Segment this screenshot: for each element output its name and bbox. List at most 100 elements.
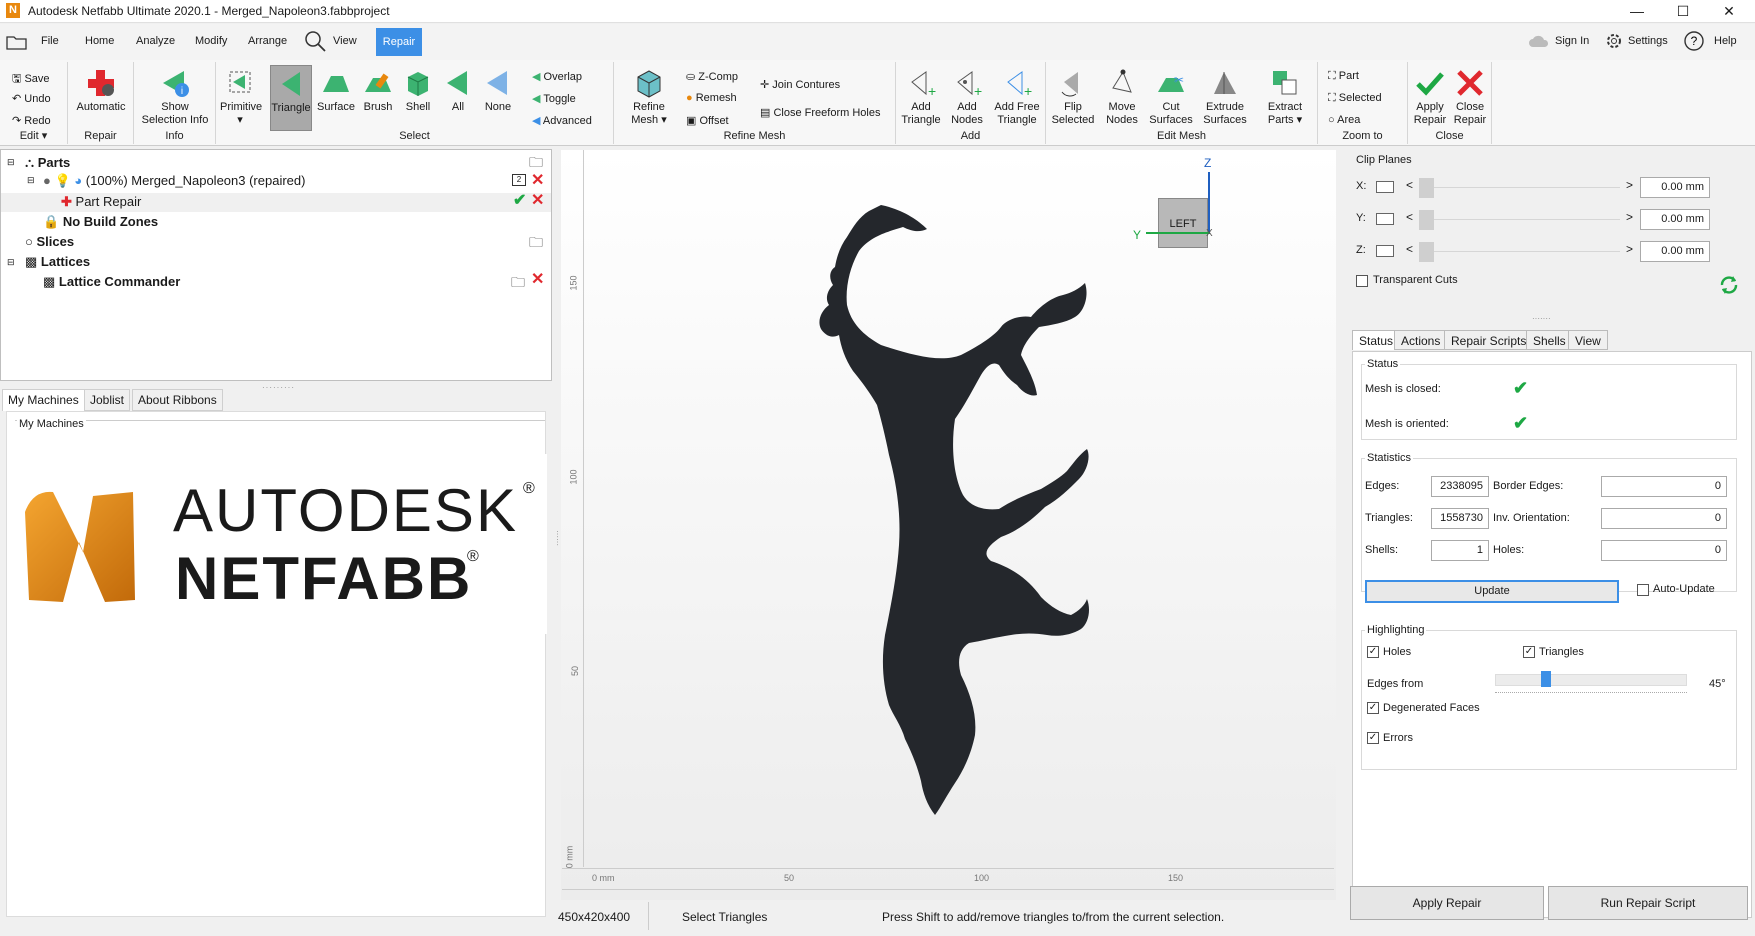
- cut-surfaces-button[interactable]: ✂ Cut Surfaces: [1146, 68, 1196, 127]
- clip-y-value[interactable]: 0.00 mm: [1640, 209, 1710, 230]
- clip-x-value[interactable]: 0.00 mm: [1640, 177, 1710, 198]
- errors-checkbox[interactable]: ✓: [1367, 732, 1379, 744]
- help-link[interactable]: Help: [1714, 35, 1737, 47]
- clip-x-right-arrow[interactable]: >: [1626, 178, 1633, 192]
- cancel-repair-icon[interactable]: ✕: [531, 190, 544, 210]
- lattice-folder-icon[interactable]: 🗀: [511, 272, 525, 296]
- view-cube[interactable]: LEFT: [1158, 198, 1208, 248]
- menu-file[interactable]: File: [41, 35, 59, 47]
- minimize-button[interactable]: —: [1614, 0, 1660, 23]
- run-repair-script-button[interactable]: Run Repair Script: [1548, 886, 1748, 920]
- 3d-viewport[interactable]: 150 100 50 0 mm 0 mm 50 100 150 LEFT Z Y…: [561, 150, 1336, 900]
- save-button[interactable]: 🖫 Save: [12, 70, 50, 89]
- zoom-area-button[interactable]: ○ Area: [1328, 114, 1360, 126]
- open-folder-icon[interactable]: [6, 34, 28, 50]
- offset-button[interactable]: ▣ Offset: [686, 114, 729, 127]
- horizontal-splitter[interactable]: ·········: [262, 383, 295, 392]
- help-icon[interactable]: ?: [1684, 31, 1704, 51]
- tab-view[interactable]: View: [1568, 330, 1608, 350]
- clip-z-value[interactable]: 0.00 mm: [1640, 241, 1710, 262]
- clip-x-slider-track[interactable]: [1434, 187, 1620, 188]
- auto-update-checkbox[interactable]: [1637, 584, 1649, 596]
- clip-z-slider-track[interactable]: [1434, 251, 1620, 252]
- close-repair-button[interactable]: Close Repair: [1450, 68, 1490, 127]
- edges-from-slider-thumb[interactable]: [1540, 671, 1551, 687]
- show-selection-info-button[interactable]: i Show Selection Info: [136, 68, 214, 127]
- degenerated-faces-checkbox[interactable]: ✓: [1367, 702, 1379, 714]
- tab-shells[interactable]: Shells: [1526, 330, 1573, 350]
- edges-from-slider[interactable]: [1495, 674, 1687, 686]
- tree-parts[interactable]: ⛬ Parts: [25, 155, 70, 171]
- clip-y-slider-track[interactable]: [1434, 219, 1620, 220]
- automatic-repair-button[interactable]: Automatic: [72, 68, 130, 114]
- clip-y-right-arrow[interactable]: >: [1626, 210, 1633, 224]
- z-comp-button[interactable]: ⛀ Z-Comp: [686, 70, 738, 83]
- zoom-selected-button[interactable]: ⛶ Selected: [1328, 92, 1382, 105]
- gear-icon[interactable]: [1604, 31, 1624, 51]
- accept-repair-icon[interactable]: ✔: [513, 190, 526, 210]
- tab-actions[interactable]: Actions: [1394, 330, 1448, 350]
- clip-y-checkbox[interactable]: [1376, 213, 1394, 225]
- clip-x-left-arrow[interactable]: <: [1406, 178, 1413, 192]
- clip-z-slider-thumb[interactable]: [1419, 242, 1434, 262]
- edit-group-label[interactable]: Edit ▾: [0, 129, 67, 142]
- holes-value[interactable]: 0: [1601, 540, 1727, 561]
- tree-collapse-lattices[interactable]: ⊟: [7, 257, 15, 268]
- update-button[interactable]: Update: [1365, 580, 1619, 603]
- select-none-button[interactable]: None: [480, 68, 516, 114]
- shells-value[interactable]: 1: [1431, 540, 1489, 561]
- transparent-cuts-checkbox[interactable]: [1356, 275, 1368, 287]
- tree-part-repair[interactable]: ✚ Part Repair: [61, 194, 141, 210]
- slices-folder-icon[interactable]: 🗀: [529, 232, 543, 256]
- redo-button[interactable]: ↷ Redo: [12, 114, 51, 127]
- horse-model[interactable]: [741, 205, 1141, 845]
- clip-z-right-arrow[interactable]: >: [1626, 242, 1633, 256]
- tab-about-ribbons[interactable]: About Ribbons: [132, 389, 223, 411]
- holes-checkbox[interactable]: ✓: [1367, 646, 1379, 658]
- triangles-value[interactable]: 1558730: [1431, 508, 1489, 529]
- remove-lattice-icon[interactable]: ✕: [531, 269, 544, 289]
- tree-lattice-commander[interactable]: ▩ Lattice Commander: [43, 274, 180, 290]
- edges-value[interactable]: 2338095: [1431, 476, 1489, 497]
- settings-link[interactable]: Settings: [1628, 35, 1668, 47]
- tab-my-machines[interactable]: My Machines: [2, 389, 85, 411]
- tree-collapse-parts[interactable]: ⊟: [7, 157, 15, 168]
- menu-modify[interactable]: Modify: [195, 35, 227, 47]
- refine-mesh-button[interactable]: Refine Mesh ▾: [626, 68, 672, 127]
- maximize-button[interactable]: ☐: [1660, 0, 1706, 23]
- menu-repair[interactable]: Repair: [376, 28, 422, 56]
- triangles-checkbox[interactable]: ✓: [1523, 646, 1535, 658]
- tab-status[interactable]: Status: [1352, 330, 1401, 350]
- tree-part-item[interactable]: ● 💡 ◕ (100%) Merged_Napoleon3 (repaired): [43, 173, 305, 189]
- refresh-icon[interactable]: [1718, 274, 1740, 296]
- tree-collapse-part[interactable]: ⊟: [27, 175, 35, 186]
- apply-repair-ribbon-button[interactable]: Apply Repair: [1410, 68, 1450, 127]
- tab-repair-scripts[interactable]: Repair Scripts: [1444, 330, 1534, 350]
- brush-select-button[interactable]: Brush: [360, 68, 396, 114]
- surface-select-button[interactable]: Surface: [316, 68, 356, 114]
- close-window-button[interactable]: ✕: [1706, 0, 1752, 23]
- triangle-select-button[interactable]: Triangle: [270, 65, 312, 131]
- apply-repair-button[interactable]: Apply Repair: [1350, 886, 1544, 920]
- folder-icon[interactable]: 🗀: [529, 152, 543, 176]
- close-freeform-holes-button[interactable]: ▤ Close Freeform Holes: [760, 106, 880, 119]
- join-contures-button[interactable]: ✛ Join Contures: [760, 78, 840, 91]
- tree-slices[interactable]: ○ Slices: [25, 234, 74, 249]
- tree-lattices[interactable]: ▩ Lattices: [25, 254, 90, 270]
- clip-x-checkbox[interactable]: [1376, 181, 1394, 193]
- flip-selected-button[interactable]: Flip Selected: [1048, 68, 1098, 127]
- add-triangle-button[interactable]: + Add Triangle: [898, 68, 944, 127]
- tab-joblist[interactable]: Joblist: [84, 389, 131, 411]
- move-nodes-button[interactable]: Move Nodes: [1100, 68, 1144, 127]
- add-nodes-button[interactable]: + Add Nodes: [946, 68, 988, 127]
- clip-x-slider-thumb[interactable]: [1419, 178, 1434, 198]
- inv-orientation-value[interactable]: 0: [1601, 508, 1727, 529]
- overlap-button[interactable]: ◀ Overlap: [532, 70, 582, 83]
- zoom-part-button[interactable]: ⛶ Part: [1328, 70, 1359, 83]
- right-splitter[interactable]: ·······: [1532, 314, 1551, 323]
- menu-view[interactable]: View: [333, 35, 357, 47]
- sign-in-link[interactable]: Sign In: [1555, 35, 1589, 47]
- add-free-triangle-button[interactable]: + Add Free Triangle: [990, 68, 1044, 127]
- menu-home[interactable]: Home: [85, 35, 114, 47]
- clip-y-left-arrow[interactable]: <: [1406, 210, 1413, 224]
